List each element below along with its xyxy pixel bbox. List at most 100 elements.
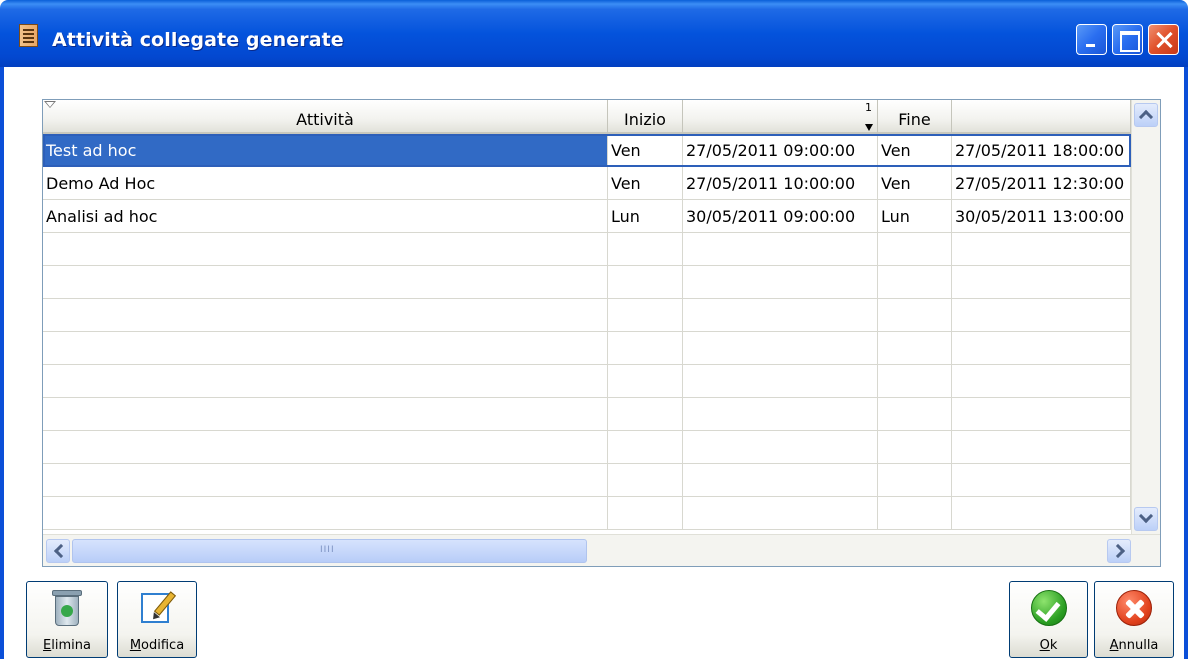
column-header-attivita[interactable]: Attività — [43, 100, 608, 134]
minimize-button[interactable] — [1076, 24, 1107, 55]
empty-cell[interactable] — [608, 398, 683, 430]
empty-cell[interactable] — [43, 365, 608, 397]
column-header-label: Inizio — [624, 109, 666, 129]
empty-cell[interactable] — [683, 398, 878, 430]
empty-cell[interactable] — [43, 332, 608, 364]
cell-fine-data[interactable]: 27/05/2011 12:30:00 — [952, 167, 1131, 199]
empty-cell[interactable] — [878, 431, 952, 463]
empty-cell[interactable] — [608, 266, 683, 298]
horizontal-scrollbar[interactable]: IIII — [43, 534, 1160, 566]
cell-fine-data[interactable]: 30/05/2011 13:00:00 — [952, 200, 1131, 232]
scroll-up-button[interactable] — [1134, 103, 1158, 127]
empty-cell[interactable] — [43, 497, 608, 529]
table-row[interactable]: Demo Ad Hoc Ven 27/05/2011 10:00:00 Ven … — [43, 167, 1131, 200]
activities-grid[interactable]: Attività Inizio 1 Fine Test ad hoc Ven 2… — [42, 99, 1161, 567]
cell-fine-giorno[interactable]: Ven — [878, 134, 952, 166]
empty-cell[interactable] — [608, 332, 683, 364]
empty-cell[interactable] — [878, 365, 952, 397]
cell-inizio-data[interactable]: 27/05/2011 10:00:00 — [683, 167, 878, 199]
scroll-down-button[interactable] — [1134, 507, 1158, 531]
empty-cell[interactable] — [43, 233, 608, 265]
empty-cell[interactable] — [43, 398, 608, 430]
recycle-bin-icon — [52, 590, 82, 626]
empty-cell[interactable] — [43, 431, 608, 463]
empty-cell[interactable] — [683, 233, 878, 265]
cell-inizio-data[interactable]: 30/05/2011 09:00:00 — [683, 200, 878, 232]
column-header-inizio-data[interactable]: 1 — [683, 100, 878, 134]
empty-row[interactable] — [43, 497, 1131, 530]
empty-cell[interactable] — [878, 464, 952, 496]
column-header-fine-data[interactable] — [952, 100, 1131, 134]
table-row[interactable]: Analisi ad hoc Lun 30/05/2011 09:00:00 L… — [43, 200, 1131, 233]
empty-cell[interactable] — [43, 266, 608, 298]
cell-inizio-giorno[interactable]: Lun — [608, 200, 683, 232]
empty-cell[interactable] — [878, 497, 952, 529]
empty-cell[interactable] — [952, 266, 1131, 298]
close-button[interactable] — [1148, 24, 1179, 55]
empty-cell[interactable] — [43, 299, 608, 331]
empty-cell[interactable] — [608, 464, 683, 496]
modifica-button[interactable]: Modifica — [117, 581, 197, 658]
column-header-fine[interactable]: Fine — [878, 100, 952, 134]
scroll-left-button[interactable] — [46, 539, 70, 563]
empty-row[interactable] — [43, 431, 1131, 464]
empty-cell[interactable] — [43, 464, 608, 496]
empty-cell[interactable] — [878, 299, 952, 331]
empty-cell[interactable] — [952, 332, 1131, 364]
empty-cell[interactable] — [608, 299, 683, 331]
empty-cell[interactable] — [608, 497, 683, 529]
cell-inizio-giorno[interactable]: Ven — [608, 134, 683, 166]
empty-cell[interactable] — [683, 497, 878, 529]
empty-cell[interactable] — [878, 233, 952, 265]
empty-cell[interactable] — [878, 398, 952, 430]
cell-attivita[interactable]: Test ad hoc — [43, 134, 608, 166]
empty-cell[interactable] — [952, 497, 1131, 529]
cell-fine-giorno[interactable]: Ven — [878, 167, 952, 199]
empty-cell[interactable] — [952, 431, 1131, 463]
empty-cell[interactable] — [683, 299, 878, 331]
empty-row[interactable] — [43, 332, 1131, 365]
scroll-right-button[interactable] — [1107, 539, 1131, 563]
column-header-label: Attività — [296, 109, 354, 129]
empty-cell[interactable] — [952, 464, 1131, 496]
empty-cell[interactable] — [878, 266, 952, 298]
empty-row[interactable] — [43, 299, 1131, 332]
empty-cell[interactable] — [683, 464, 878, 496]
cell-fine-giorno[interactable]: Lun — [878, 200, 952, 232]
elimina-button[interactable]: Elimina — [26, 581, 108, 658]
empty-row[interactable] — [43, 398, 1131, 431]
empty-cell[interactable] — [878, 332, 952, 364]
empty-row[interactable] — [43, 233, 1131, 266]
empty-cell[interactable] — [952, 233, 1131, 265]
empty-cell[interactable] — [683, 266, 878, 298]
empty-cell[interactable] — [952, 299, 1131, 331]
cell-inizio-giorno[interactable]: Ven — [608, 167, 683, 199]
maximize-button[interactable] — [1112, 24, 1143, 55]
empty-cell[interactable] — [683, 431, 878, 463]
ok-button[interactable]: Ok — [1009, 581, 1088, 658]
vertical-scrollbar[interactable] — [1131, 100, 1160, 534]
empty-cell[interactable] — [608, 233, 683, 265]
empty-cell[interactable] — [952, 398, 1131, 430]
filter-triangle-icon[interactable] — [44, 101, 56, 108]
cell-fine-data[interactable]: 27/05/2011 18:00:00 — [952, 134, 1131, 166]
cell-attivita[interactable]: Demo Ad Hoc — [43, 167, 608, 199]
empty-cell[interactable] — [608, 365, 683, 397]
horizontal-scroll-thumb[interactable]: IIII — [72, 539, 587, 563]
empty-cell[interactable] — [683, 332, 878, 364]
empty-cell[interactable] — [952, 365, 1131, 397]
title-bar[interactable]: Attività collegate generate — [0, 0, 1188, 67]
empty-rows — [43, 233, 1131, 530]
empty-row[interactable] — [43, 266, 1131, 299]
empty-cell[interactable] — [608, 431, 683, 463]
cancel-icon — [1116, 590, 1152, 626]
annulla-button[interactable]: Annulla — [1094, 581, 1174, 658]
cell-inizio-data[interactable]: 27/05/2011 09:00:00 — [683, 134, 878, 166]
column-header-inizio[interactable]: Inizio — [608, 100, 683, 134]
empty-row[interactable] — [43, 464, 1131, 497]
cell-attivita[interactable]: Analisi ad hoc — [43, 200, 608, 232]
chevron-down-icon — [1138, 508, 1154, 524]
empty-row[interactable] — [43, 365, 1131, 398]
table-row[interactable]: Test ad hoc Ven 27/05/2011 09:00:00 Ven … — [43, 134, 1131, 167]
empty-cell[interactable] — [683, 365, 878, 397]
